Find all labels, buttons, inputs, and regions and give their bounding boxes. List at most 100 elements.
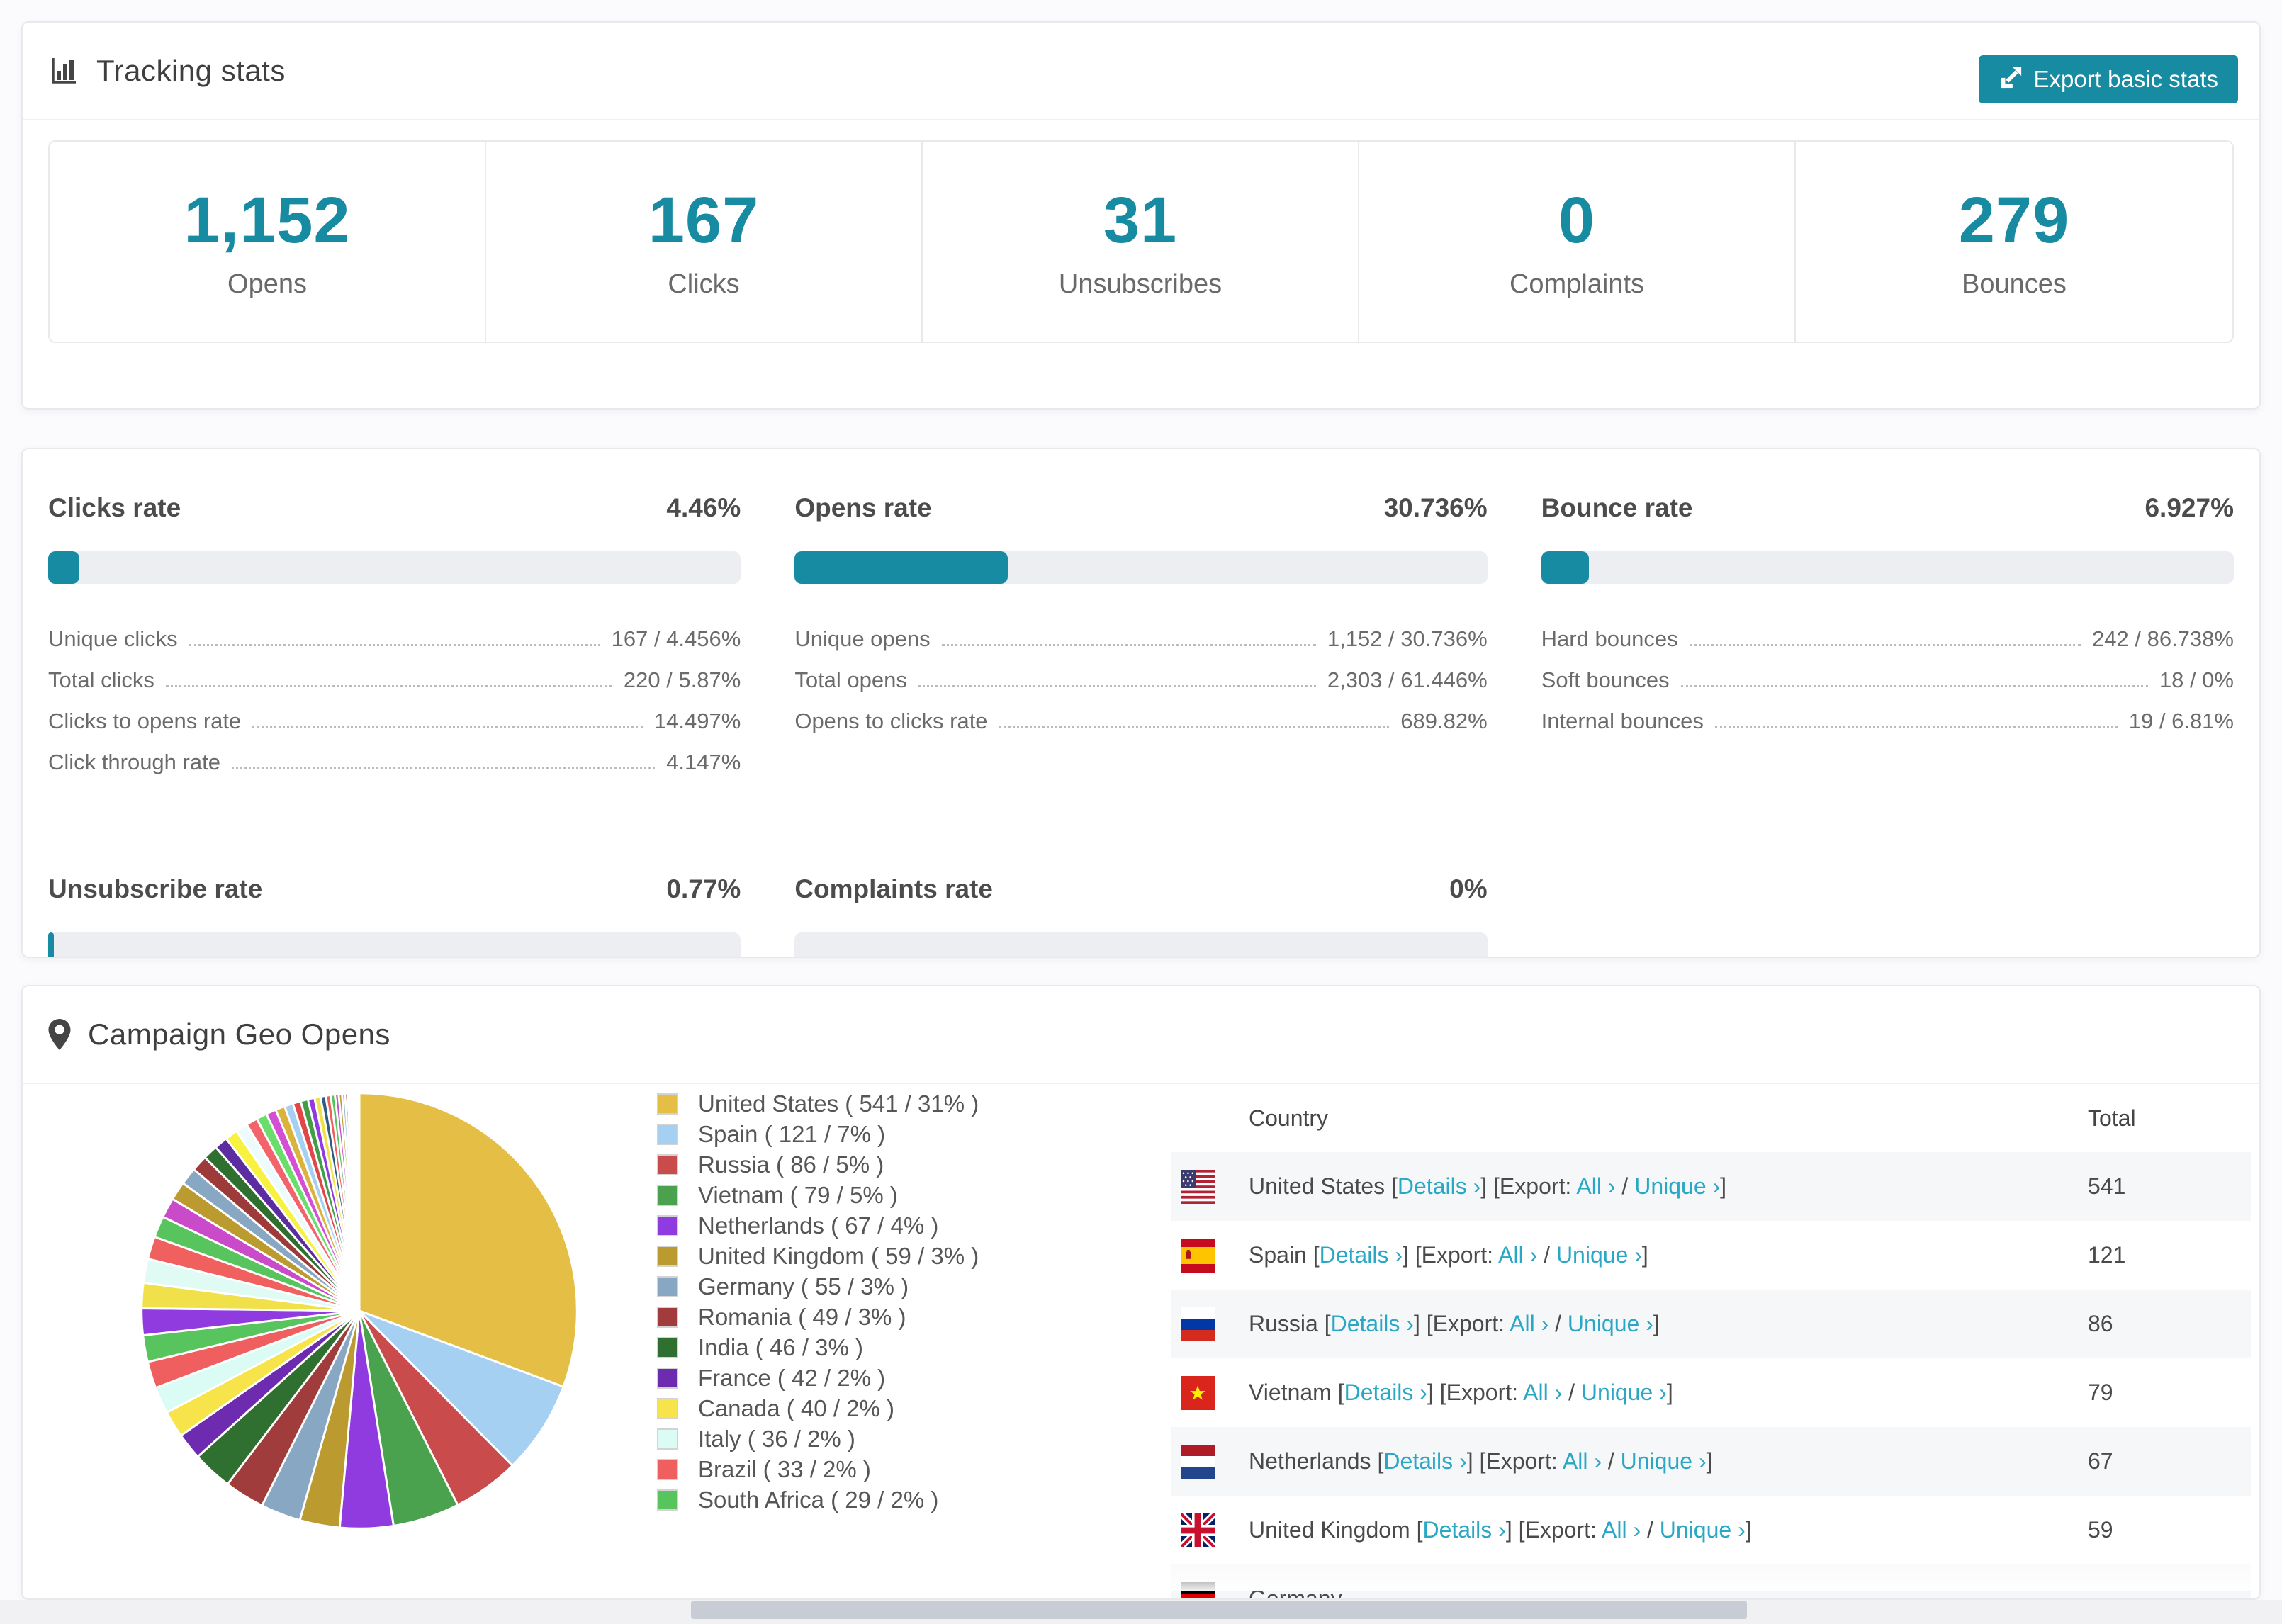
page-title: Tracking stats	[96, 54, 286, 87]
tracking-stats-card: Tracking stats Export basic stats 1,152 …	[21, 21, 2261, 410]
details-link[interactable]: Details ›	[1383, 1448, 1466, 1474]
export-all-link[interactable]: All ›	[1602, 1517, 1641, 1543]
dotted-leader	[1714, 726, 2118, 728]
punctuation: [	[1306, 1242, 1320, 1268]
legend-label: Vietnam ( 79 / 5% )	[698, 1181, 898, 1208]
table-row: Netherlands [Details ›] [Export: All › /…	[1171, 1427, 2251, 1496]
campaign-geo-opens-card: Campaign Geo Opens United States ( 541 /…	[21, 985, 2261, 1600]
export-label: Export:	[1432, 1311, 1510, 1336]
export-unique-link[interactable]: Unique ›	[1634, 1173, 1720, 1199]
legend-item: Romania ( 49 / 3% )	[657, 1302, 979, 1332]
legend-label: United Kingdom ( 59 / 3% )	[698, 1242, 979, 1269]
export-all-link[interactable]: All ›	[1498, 1242, 1537, 1268]
dotted-leader	[918, 685, 1316, 687]
export-unique-link[interactable]: Unique ›	[1556, 1242, 1642, 1268]
total-cell: 121	[2088, 1242, 2126, 1268]
stat-unsubscribes: 31 Unsubscribes	[923, 142, 1359, 342]
table-row: United Kingdom [Details ›] [Export: All …	[1171, 1496, 2251, 1564]
flag-germany-icon	[1181, 1581, 1215, 1598]
punctuation: ]	[1653, 1311, 1660, 1336]
punctuation: [	[1371, 1448, 1384, 1474]
total-cell: 541	[2088, 1173, 2126, 1199]
bar-chart-icon	[48, 55, 79, 86]
dotted-leader	[941, 644, 1316, 646]
rate-row-value: 19 / 6.81%	[2128, 709, 2234, 733]
export-label: Export:	[1446, 1380, 1524, 1405]
flag-russia-icon	[1181, 1307, 1215, 1341]
export-all-link[interactable]: All ›	[1523, 1380, 1562, 1405]
stat-opens: 1,152 Opens	[50, 142, 486, 342]
stat-value: 31	[1103, 184, 1178, 256]
country-name: Germany	[1249, 1586, 1342, 1600]
legend-swatch	[657, 1245, 678, 1267]
legend-item: United Kingdom ( 59 / 3% )	[657, 1241, 979, 1271]
legend-swatch	[657, 1306, 678, 1328]
export-unique-link[interactable]: Unique ›	[1581, 1380, 1667, 1405]
total-cell: 67	[2088, 1448, 2113, 1474]
rate-row-label: Soft bounces	[1541, 667, 1670, 692]
details-link[interactable]: Details ›	[1331, 1311, 1414, 1336]
opens-rate-progressbar	[794, 551, 1488, 584]
bounce-rate-progressbar	[1541, 551, 2234, 584]
clicks-rate-block: Clicks rate 4.46% Unique clicks 167 / 4.4…	[48, 493, 741, 792]
rate-row-label: Total opens	[794, 667, 907, 692]
stat-label: Bounces	[1962, 269, 2067, 299]
punctuation: /	[1537, 1242, 1556, 1268]
legend-label: Brazil ( 33 / 2% )	[698, 1455, 871, 1482]
rate-value: 4.46%	[666, 493, 741, 522]
rate-row-value: 4.147%	[666, 750, 741, 774]
export-basic-stats-button[interactable]: Export basic stats	[1978, 55, 2238, 103]
legend-label: Canada ( 40 / 2% )	[698, 1394, 894, 1421]
stat-label: Opens	[227, 269, 307, 299]
total-cell: 79	[2088, 1380, 2113, 1405]
punctuation: ] [	[1402, 1242, 1422, 1268]
country-name: Vietnam	[1249, 1380, 1332, 1405]
legend-swatch	[657, 1428, 678, 1450]
stat-clicks: 167 Clicks	[486, 142, 923, 342]
export-label: Export:	[1524, 1517, 1602, 1543]
horizontal-scrollbar[interactable]	[691, 1601, 1747, 1619]
legend-label: Germany ( 55 / 3% )	[698, 1273, 909, 1299]
dotted-leader	[1680, 685, 2148, 687]
rate-row-value: 14.497%	[653, 709, 741, 733]
punctuation: ] [	[1505, 1517, 1525, 1543]
details-link[interactable]: Details ›	[1320, 1242, 1403, 1268]
punctuation: ] [	[1466, 1448, 1486, 1474]
export-unique-link[interactable]: Unique ›	[1568, 1311, 1653, 1336]
punctuation: ]	[1641, 1242, 1648, 1268]
table-row: Vietnam [Details ›] [Export: All › / Uni…	[1171, 1358, 2251, 1427]
dotted-leader	[252, 726, 643, 728]
rate-row: Total opens 2,303 / 61.446%	[794, 669, 1487, 691]
legend-item: Vietnam ( 79 / 5% )	[657, 1180, 979, 1210]
bounce-rate-block: Bounce rate 6.927% Hard bounces 242 / 86.…	[1541, 493, 2234, 792]
export-unique-link[interactable]: Unique ›	[1660, 1517, 1746, 1543]
punctuation: [	[1410, 1517, 1423, 1543]
punctuation: ]	[1745, 1517, 1752, 1543]
punctuation: /	[1641, 1517, 1660, 1543]
rate-row: Total clicks 220 / 5.87%	[48, 669, 741, 691]
export-button-label: Export basic stats	[2033, 66, 2218, 92]
legend-label: Russia ( 86 / 5% )	[698, 1151, 884, 1178]
export-all-link[interactable]: All ›	[1563, 1448, 1602, 1474]
details-link[interactable]: Details ›	[1398, 1173, 1480, 1199]
geo-opens-pie-chart	[140, 1092, 578, 1530]
punctuation: /	[1548, 1311, 1568, 1336]
details-link[interactable]: Details ›	[1422, 1517, 1505, 1543]
export-label: Export:	[1485, 1448, 1563, 1474]
stat-value: 1,152	[184, 184, 351, 256]
rate-row: Unique clicks 167 / 4.456%	[48, 628, 741, 650]
legend-swatch	[657, 1336, 678, 1358]
legend-item: Canada ( 40 / 2% )	[657, 1393, 979, 1423]
export-all-link[interactable]: All ›	[1510, 1311, 1548, 1336]
total-column-header: Total	[2088, 1105, 2136, 1131]
export-unique-link[interactable]: Unique ›	[1621, 1448, 1707, 1474]
details-link[interactable]: Details ›	[1344, 1380, 1427, 1405]
rate-value: 0.77%	[666, 874, 741, 903]
opens-rate-block: Opens rate 30.736% Unique opens 1,152 / 3…	[794, 493, 1488, 792]
export-all-link[interactable]: All ›	[1576, 1173, 1615, 1199]
legend-swatch	[657, 1367, 678, 1389]
geo-title: Campaign Geo Opens	[88, 1017, 390, 1051]
stats-summary: 1,152 Opens 167 Clicks 31 Unsubscribes 0…	[48, 140, 2234, 343]
legend-swatch	[657, 1093, 678, 1115]
rate-row: Unique opens 1,152 / 30.736%	[794, 628, 1487, 650]
